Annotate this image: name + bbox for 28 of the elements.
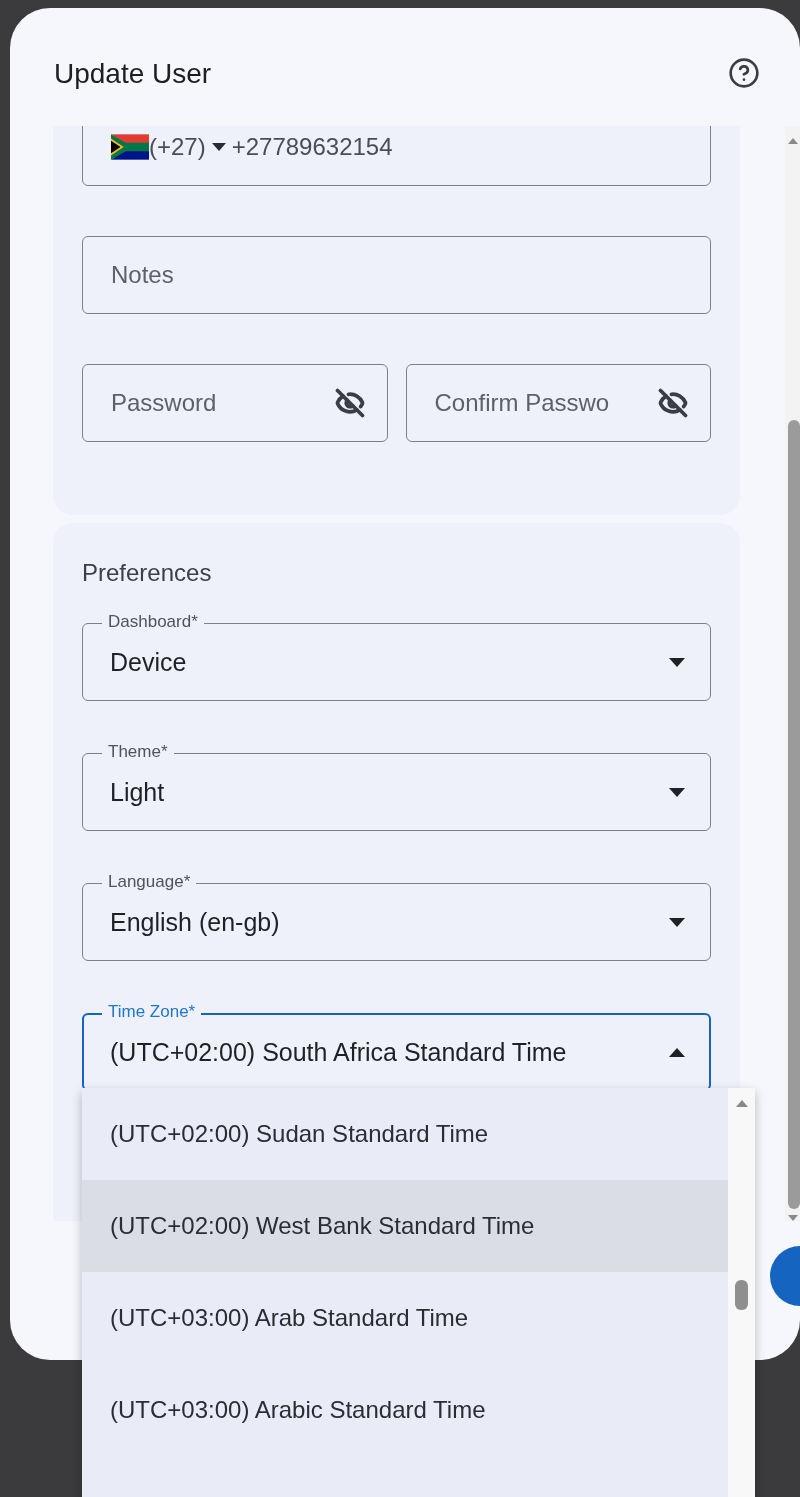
- phone-field[interactable]: (+27) +27789632154: [82, 126, 711, 186]
- caret-icon: [669, 917, 685, 927]
- select-field[interactable]: Dashboard* Device: [82, 612, 711, 701]
- eye-off-icon[interactable]: [658, 388, 688, 418]
- dialog-title: Update User: [54, 57, 212, 90]
- caret-icon: [669, 787, 685, 797]
- phone-number: +27789632154: [231, 133, 393, 161]
- select-field[interactable]: Theme* Light: [82, 742, 711, 831]
- scrollbar[interactable]: [728, 1088, 755, 1497]
- notes-field[interactable]: Notes: [82, 236, 711, 314]
- field-label: Language*: [102, 872, 197, 892]
- password-field[interactable]: Password: [82, 364, 388, 442]
- scrollbar[interactable]: [785, 126, 800, 1221]
- caret-icon[interactable]: [211, 143, 226, 151]
- dropdown-option[interactable]: (UTC+03:00) Arab Standard Time: [82, 1272, 728, 1364]
- confirm-password-field[interactable]: Confirm Passwo: [405, 364, 711, 442]
- select-field[interactable]: Time Zone* (UTC+02:00) South Africa Standard Time: [82, 1002, 711, 1091]
- eye-off-icon[interactable]: [334, 388, 365, 418]
- dropdown-option[interactable]: (UTC+02:00) West Bank Standard Time: [82, 1180, 728, 1272]
- caret-icon: [669, 1047, 685, 1057]
- flag-icon: [111, 134, 149, 160]
- dropdown-option[interactable]: (UTC+03:00) Arabic Standard Time: [82, 1364, 728, 1456]
- section-title: Preferences: [82, 559, 213, 587]
- dropdown-option[interactable]: (UTC+02:00) Sudan Standard Time: [82, 1088, 728, 1180]
- select-field[interactable]: Language* English (en-gb): [82, 872, 711, 961]
- country-code[interactable]: (+27): [149, 133, 206, 161]
- help-icon[interactable]: [728, 57, 760, 89]
- caret-icon: [669, 657, 685, 667]
